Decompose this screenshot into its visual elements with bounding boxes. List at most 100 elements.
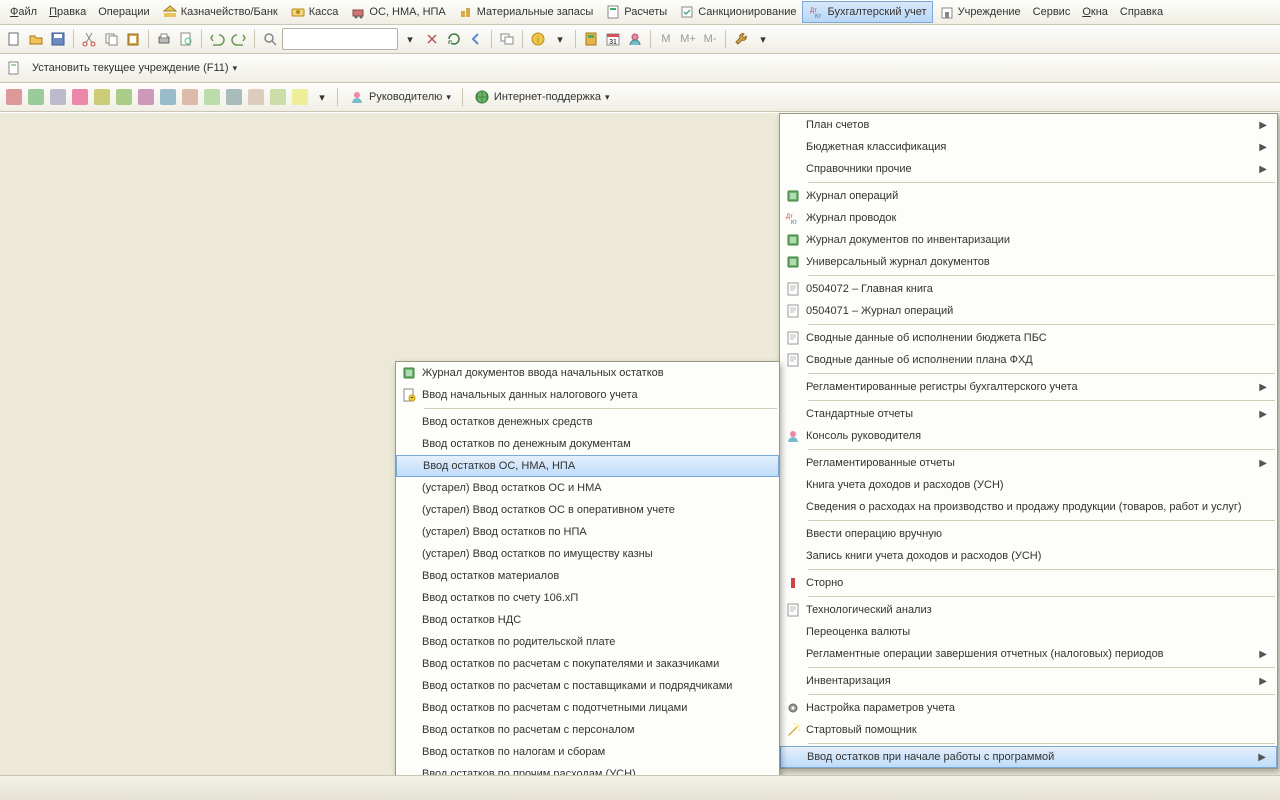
panel-btn-13[interactable]: [268, 87, 288, 107]
panel-btn-1[interactable]: [4, 87, 24, 107]
help-icon[interactable]: i: [528, 29, 548, 49]
copy-icon[interactable]: [101, 29, 121, 49]
menu-учреждение[interactable]: Учреждение: [933, 1, 1027, 23]
panel-btn-8[interactable]: [158, 87, 178, 107]
balances-menu-item-7[interactable]: (устарел) Ввод остатков ОС в оперативном…: [396, 499, 779, 521]
acc-menu-item-18[interactable]: Консоль руководителя: [780, 425, 1277, 447]
redo-icon[interactable]: [229, 29, 249, 49]
menu-санкционирование[interactable]: Санкционирование: [673, 1, 802, 23]
balances-menu-item-9[interactable]: (устарел) Ввод остатков по имуществу каз…: [396, 543, 779, 565]
menu-казначейство-банк[interactable]: Казначейство/Банк: [156, 1, 284, 23]
nav-back-icon[interactable]: [466, 29, 486, 49]
acc-menu-item-0[interactable]: План счетов▶: [780, 114, 1277, 136]
paste-icon[interactable]: [123, 29, 143, 49]
balances-menu-item-18[interactable]: Ввод остатков по налогам и сборам: [396, 741, 779, 763]
balances-menu-item-11[interactable]: Ввод остатков по счету 106.хП: [396, 587, 779, 609]
acc-menu-item-22[interactable]: Сведения о расходах на производство и пр…: [780, 496, 1277, 518]
panel-btn-2[interactable]: [26, 87, 46, 107]
refresh-icon[interactable]: [444, 29, 464, 49]
panel-btn-14[interactable]: [290, 87, 310, 107]
menu-касса[interactable]: Касса: [284, 1, 345, 23]
menu-ос-нма-нпа[interactable]: ОС, НМА, НПА: [344, 1, 451, 23]
balances-menu-item-15[interactable]: Ввод остатков по расчетам с поставщиками…: [396, 675, 779, 697]
acc-menu-item-31[interactable]: Регламентные операции завершения отчетны…: [780, 643, 1277, 665]
menu-сервис[interactable]: Сервис: [1027, 3, 1077, 21]
menu-операции[interactable]: Операции: [92, 3, 155, 21]
acc-menu-item-33[interactable]: Инвентаризация▶: [780, 670, 1277, 692]
acc-menu-item-24[interactable]: Ввести операцию вручную: [780, 523, 1277, 545]
panel-btn-12[interactable]: [246, 87, 266, 107]
balances-menu-item-4[interactable]: Ввод остатков по денежным документам: [396, 433, 779, 455]
acc-menu-item-15[interactable]: Регламентированные регистры бухгалтерско…: [780, 376, 1277, 398]
preview-icon[interactable]: [176, 29, 196, 49]
menu-справка[interactable]: Справка: [1114, 3, 1169, 21]
leader-button[interactable]: Руководителю ▾: [343, 87, 457, 107]
save-icon[interactable]: [48, 29, 68, 49]
panel-dropdown-icon[interactable]: ▾: [312, 87, 332, 107]
undo-icon[interactable]: [207, 29, 227, 49]
acc-menu-item-10[interactable]: 0504071 – Журнал операций: [780, 300, 1277, 322]
cut-icon[interactable]: [79, 29, 99, 49]
new-doc-icon[interactable]: [4, 29, 24, 49]
acc-menu-item-17[interactable]: Стандартные отчеты▶: [780, 403, 1277, 425]
balances-menu-item-10[interactable]: Ввод остатков материалов: [396, 565, 779, 587]
internet-support-button[interactable]: Интернет-поддержка ▾: [468, 87, 616, 107]
user-icon[interactable]: [625, 29, 645, 49]
panel-btn-6[interactable]: [114, 87, 134, 107]
windows-icon[interactable]: [497, 29, 517, 49]
clear-search-icon[interactable]: [422, 29, 442, 49]
acc-menu-item-21[interactable]: Книга учета доходов и расходов (УСН): [780, 474, 1277, 496]
balances-menu-item-12[interactable]: Ввод остатков НДС: [396, 609, 779, 631]
menu-материальные-запасы[interactable]: Материальные запасы: [452, 1, 600, 23]
panel-btn-5[interactable]: [92, 87, 112, 107]
wrench-icon[interactable]: [731, 29, 751, 49]
acc-menu-item-38[interactable]: Ввод остатков при начале работы с програ…: [780, 746, 1277, 768]
print-icon[interactable]: [154, 29, 174, 49]
menu-расчеты[interactable]: Расчеты: [599, 1, 673, 23]
wrench-dropdown-icon[interactable]: ▾: [753, 29, 773, 49]
balances-menu-item-1[interactable]: +Ввод начальных данных налогового учета: [396, 384, 779, 406]
balances-menu-item-13[interactable]: Ввод остатков по родительской плате: [396, 631, 779, 653]
acc-menu-item-12[interactable]: Сводные данные об исполнении бюджета ПБС: [780, 327, 1277, 349]
calendar-icon[interactable]: 31: [603, 29, 623, 49]
search-dropdown-icon[interactable]: ▾: [400, 29, 420, 49]
acc-menu-item-30[interactable]: Переоценка валюты: [780, 621, 1277, 643]
acc-menu-item-7[interactable]: Универсальный журнал документов: [780, 251, 1277, 273]
acc-menu-item-27[interactable]: Сторно: [780, 572, 1277, 594]
panel-btn-4[interactable]: [70, 87, 90, 107]
open-icon[interactable]: [26, 29, 46, 49]
acc-menu-item-9[interactable]: 0504072 – Главная книга: [780, 278, 1277, 300]
menu-правка[interactable]: Правка: [43, 3, 92, 21]
balances-menu-item-17[interactable]: Ввод остатков по расчетам с персоналом: [396, 719, 779, 741]
balances-menu-item-16[interactable]: Ввод остатков по расчетам с подотчетными…: [396, 697, 779, 719]
acc-menu-item-1[interactable]: Бюджетная классификация▶: [780, 136, 1277, 158]
acc-menu-item-6[interactable]: Журнал документов по инвентаризации: [780, 229, 1277, 251]
menu-файл[interactable]: Файл: [4, 3, 43, 21]
panel-btn-11[interactable]: [224, 87, 244, 107]
panel-btn-3[interactable]: [48, 87, 68, 107]
acc-menu-item-5[interactable]: ДтКтЖурнал проводок: [780, 207, 1277, 229]
acc-menu-item-29[interactable]: Технологический анализ: [780, 599, 1277, 621]
acc-menu-item-20[interactable]: Регламентированные отчеты▶: [780, 452, 1277, 474]
acc-menu-item-25[interactable]: Запись книги учета доходов и расходов (У…: [780, 545, 1277, 567]
help-dropdown-icon[interactable]: ▾: [550, 29, 570, 49]
balances-menu-item-3[interactable]: Ввод остатков денежных средств: [396, 411, 779, 433]
balances-menu-item-8[interactable]: (устарел) Ввод остатков по НПА: [396, 521, 779, 543]
set-establishment-button[interactable]: Установить текущее учреждение (F11) ▾: [26, 58, 243, 78]
balances-menu-item-6[interactable]: (устарел) Ввод остатков ОС и НМА: [396, 477, 779, 499]
establishment-icon[interactable]: [4, 58, 24, 78]
search-input[interactable]: [282, 28, 398, 50]
acc-menu-item-35[interactable]: Настройка параметров учета: [780, 697, 1277, 719]
menu-окна[interactable]: Окна: [1076, 3, 1114, 21]
acc-menu-item-13[interactable]: Сводные данные об исполнении плана ФХД: [780, 349, 1277, 371]
balances-menu-item-14[interactable]: Ввод остатков по расчетам с покупателями…: [396, 653, 779, 675]
panel-btn-7[interactable]: [136, 87, 156, 107]
panel-btn-9[interactable]: [180, 87, 200, 107]
search-icon[interactable]: [260, 29, 280, 49]
acc-menu-item-2[interactable]: Справочники прочие▶: [780, 158, 1277, 180]
calculator-icon[interactable]: [581, 29, 601, 49]
acc-menu-item-36[interactable]: Стартовый помощник: [780, 719, 1277, 741]
menu-бухгалтерский-учет[interactable]: ДтКтБухгалтерский учет: [802, 1, 932, 23]
panel-btn-10[interactable]: [202, 87, 222, 107]
acc-menu-item-4[interactable]: Журнал операций: [780, 185, 1277, 207]
